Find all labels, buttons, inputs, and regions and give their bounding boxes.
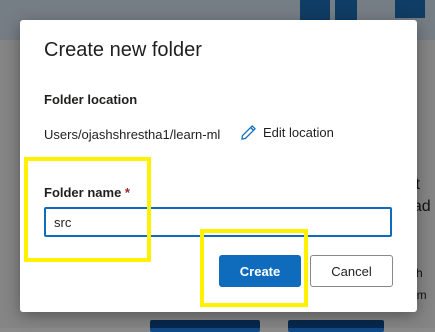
folder-name-input[interactable] <box>44 207 392 237</box>
folder-location-path: Users/ojashshrestha1/learn-ml <box>44 127 221 142</box>
dialog-title: Create new folder <box>44 39 202 61</box>
required-marker: * <box>124 185 130 200</box>
edit-location-label: Edit location <box>263 125 334 140</box>
pencil-icon <box>241 125 256 140</box>
create-button[interactable]: Create <box>219 255 301 287</box>
edit-location-link[interactable]: Edit location <box>240 124 334 141</box>
cancel-button[interactable]: Cancel <box>310 255 393 287</box>
create-folder-dialog: Create new folder Folder location Users/… <box>20 20 417 312</box>
folder-name-label-text: Folder name <box>44 185 122 200</box>
folder-name-label: Folder name * <box>44 185 130 200</box>
folder-location-label: Folder location <box>44 92 138 107</box>
